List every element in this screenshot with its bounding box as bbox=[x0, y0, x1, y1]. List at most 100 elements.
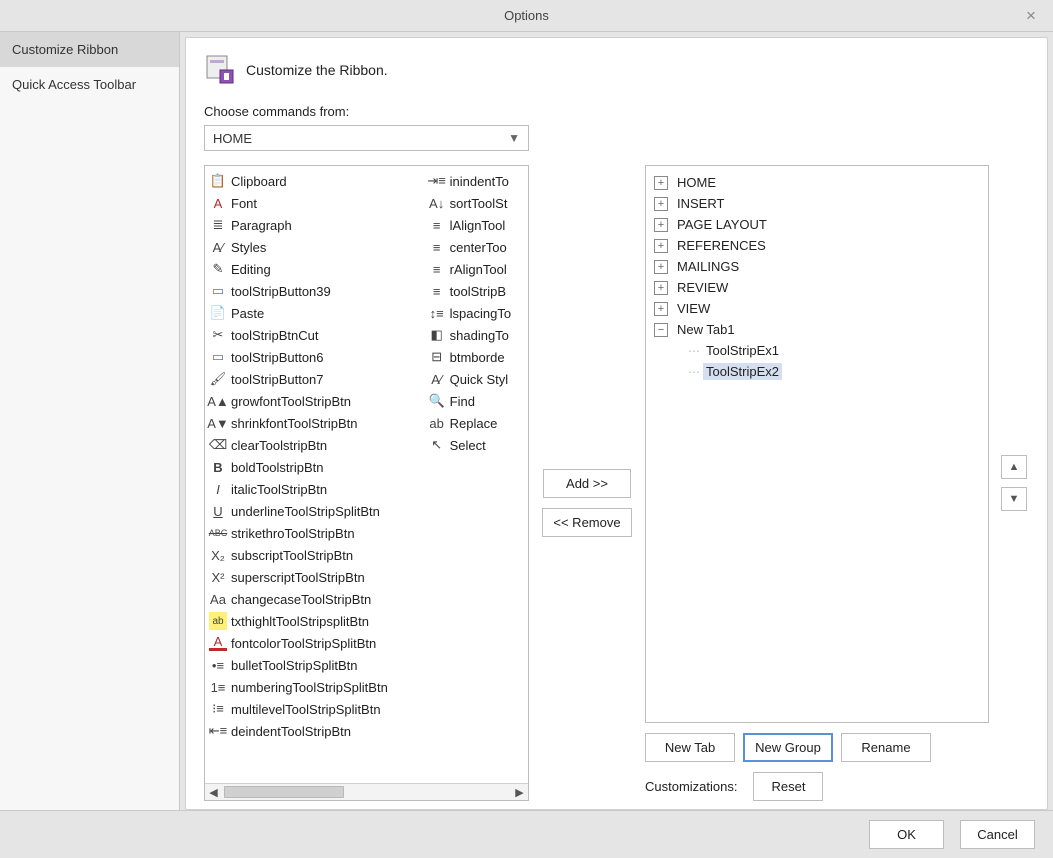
command-item[interactable]: 📄Paste bbox=[205, 302, 424, 324]
replace-icon: ab bbox=[428, 414, 446, 432]
command-item[interactable]: ▭toolStripButton6 bbox=[205, 346, 424, 368]
command-item[interactable]: •≡ bulletToolStripSplitBtn bbox=[205, 654, 424, 676]
command-item[interactable]: Aa changecaseToolStripBtn bbox=[205, 588, 424, 610]
command-item[interactable]: 🖌toolStripButton7 bbox=[205, 368, 424, 390]
tree-tab[interactable]: −New Tab1 bbox=[654, 319, 980, 340]
expander-icon[interactable]: + bbox=[654, 218, 668, 232]
commands-listbox[interactable]: 📋ClipboardAFont≣ParagraphA⁄Styles✎Editin… bbox=[204, 165, 529, 801]
tree-group[interactable]: ⋯ToolStripEx2 bbox=[674, 361, 980, 382]
rename-button[interactable]: Rename bbox=[841, 733, 931, 762]
tree-group[interactable]: ⋯ToolStripEx1 bbox=[674, 340, 980, 361]
command-item[interactable]: ⊟btmborde bbox=[424, 346, 528, 368]
expander-icon[interactable]: + bbox=[654, 302, 668, 316]
scroll-right-button[interactable]: ▶ bbox=[511, 784, 528, 800]
commands-h-scrollbar[interactable]: ◀ ▶ bbox=[205, 783, 528, 800]
expander-icon[interactable]: − bbox=[654, 323, 668, 337]
command-item[interactable]: AFont bbox=[205, 192, 424, 214]
command-label: clearToolstripBtn bbox=[231, 438, 327, 453]
command-item[interactable]: ▭toolStripButton39 bbox=[205, 280, 424, 302]
command-item[interactable]: IitalicToolStripBtn bbox=[205, 478, 424, 500]
tree-action-buttons: New Tab New Group Rename bbox=[645, 733, 989, 762]
command-item[interactable]: 🔍Find bbox=[424, 390, 528, 412]
tree-tab[interactable]: +VIEW bbox=[654, 298, 980, 319]
command-label: Find bbox=[450, 394, 475, 409]
command-label: bulletToolStripSplitBtn bbox=[231, 658, 357, 673]
command-item[interactable]: A⁄Styles bbox=[205, 236, 424, 258]
close-button[interactable]: × bbox=[1019, 4, 1043, 28]
transfer-buttons: Add >> << Remove bbox=[541, 165, 633, 801]
expander-icon[interactable]: + bbox=[654, 239, 668, 253]
command-item[interactable]: abReplace bbox=[424, 412, 528, 434]
command-item[interactable]: ◧shadingTo bbox=[424, 324, 528, 346]
expander-icon[interactable]: + bbox=[654, 197, 668, 211]
tree-tab[interactable]: +REFERENCES bbox=[654, 235, 980, 256]
command-item[interactable]: ≡centerToo bbox=[424, 236, 528, 258]
command-item[interactable]: A⁄Quick Styl bbox=[424, 368, 528, 390]
command-item[interactable]: ✂toolStripBtnCut bbox=[205, 324, 424, 346]
multilevel-icon: ⁝≡ bbox=[209, 700, 227, 718]
ribbon-tree[interactable]: +HOME+INSERT+PAGE LAYOUT+REFERENCES+MAIL… bbox=[645, 165, 989, 723]
reset-button[interactable]: Reset bbox=[753, 772, 823, 801]
command-item[interactable]: A↓sortToolSt bbox=[424, 192, 528, 214]
command-item[interactable]: ↕≡ lspacingTo bbox=[424, 302, 528, 324]
command-item[interactable]: A▲growfontToolStripBtn bbox=[205, 390, 424, 412]
command-item[interactable]: ⌫clearToolstripBtn bbox=[205, 434, 424, 456]
command-item[interactable]: ⇥≡inindentTo bbox=[424, 170, 528, 192]
tree-tab[interactable]: +HOME bbox=[654, 172, 980, 193]
sidebar-item-qat[interactable]: Quick Access Toolbar bbox=[0, 67, 179, 102]
dialog-body: Customize Ribbon Quick Access Toolbar Cu… bbox=[0, 32, 1053, 810]
lspacing-icon: ↕≡ bbox=[428, 304, 446, 322]
command-item[interactable]: BboldToolstripBtn bbox=[205, 456, 424, 478]
remove-button[interactable]: << Remove bbox=[542, 508, 631, 537]
expander-icon[interactable]: + bbox=[654, 176, 668, 190]
shading-icon: ◧ bbox=[428, 326, 446, 344]
underline-icon: U bbox=[209, 502, 227, 520]
scroll-thumb[interactable] bbox=[224, 786, 344, 798]
command-item[interactable]: X₂subscriptToolStripBtn bbox=[205, 544, 424, 566]
ok-button[interactable]: OK bbox=[869, 820, 944, 849]
command-item[interactable]: 1≡numberingToolStripSplitBtn bbox=[205, 676, 424, 698]
sidebar-item-customize-ribbon[interactable]: Customize Ribbon bbox=[0, 32, 179, 67]
cancel-button[interactable]: Cancel bbox=[960, 820, 1035, 849]
command-label: changecaseToolStripBtn bbox=[231, 592, 371, 607]
command-label: centerToo bbox=[450, 240, 507, 255]
command-label: lspacingTo bbox=[450, 306, 511, 321]
add-button[interactable]: Add >> bbox=[543, 469, 631, 498]
command-item[interactable]: ↖Select bbox=[424, 434, 528, 456]
command-item[interactable]: ✎Editing bbox=[205, 258, 424, 280]
tree-tab[interactable]: +INSERT bbox=[654, 193, 980, 214]
tree-tab[interactable]: +PAGE LAYOUT bbox=[654, 214, 980, 235]
command-item[interactable]: ⁝≡multilevelToolStripSplitBtn bbox=[205, 698, 424, 720]
editing-icon: ✎ bbox=[209, 260, 227, 278]
expander-icon[interactable]: + bbox=[654, 260, 668, 274]
command-item[interactable]: ⇤≡deindentToolStripBtn bbox=[205, 720, 424, 742]
new-group-button[interactable]: New Group bbox=[743, 733, 833, 762]
move-down-button[interactable]: ▼ bbox=[1001, 487, 1027, 511]
tree-tab[interactable]: +MAILINGS bbox=[654, 256, 980, 277]
command-item[interactable]: 📋Clipboard bbox=[205, 170, 424, 192]
scroll-left-button[interactable]: ◀ bbox=[205, 784, 222, 800]
choose-commands-dropdown[interactable]: HOME ▼ bbox=[204, 125, 529, 151]
inindent-icon: ⇥≡ bbox=[428, 172, 446, 190]
quickstyle-icon: A⁄ bbox=[428, 370, 446, 388]
tree-group-label: ToolStripEx2 bbox=[703, 363, 782, 380]
expander-icon[interactable]: + bbox=[654, 281, 668, 295]
bullet-icon: •≡ bbox=[209, 656, 227, 674]
command-item[interactable]: AfontcolorToolStripSplitBtn bbox=[205, 632, 424, 654]
command-item[interactable]: ≣Paragraph bbox=[205, 214, 424, 236]
tree-tab[interactable]: +REVIEW bbox=[654, 277, 980, 298]
command-item[interactable]: ≡rAlignTool bbox=[424, 258, 528, 280]
command-item[interactable]: ≡toolStripB bbox=[424, 280, 528, 302]
command-item[interactable]: X²superscriptToolStripBtn bbox=[205, 566, 424, 588]
command-item[interactable]: abtxthighltToolStripsplitBtn bbox=[205, 610, 424, 632]
command-item[interactable]: A▼shrinkfontToolStripBtn bbox=[205, 412, 424, 434]
ribbon-icon bbox=[204, 54, 236, 86]
new-tab-button[interactable]: New Tab bbox=[645, 733, 735, 762]
command-item[interactable]: ≡lAlignTool bbox=[424, 214, 528, 236]
move-up-button[interactable]: ▲ bbox=[1001, 455, 1027, 479]
changecase-icon: Aa bbox=[209, 590, 227, 608]
scroll-track[interactable] bbox=[222, 784, 511, 800]
command-item[interactable]: ABCstrikethroToolStripBtn bbox=[205, 522, 424, 544]
command-label: toolStripButton7 bbox=[231, 372, 324, 387]
command-item[interactable]: UunderlineToolStripSplitBtn bbox=[205, 500, 424, 522]
